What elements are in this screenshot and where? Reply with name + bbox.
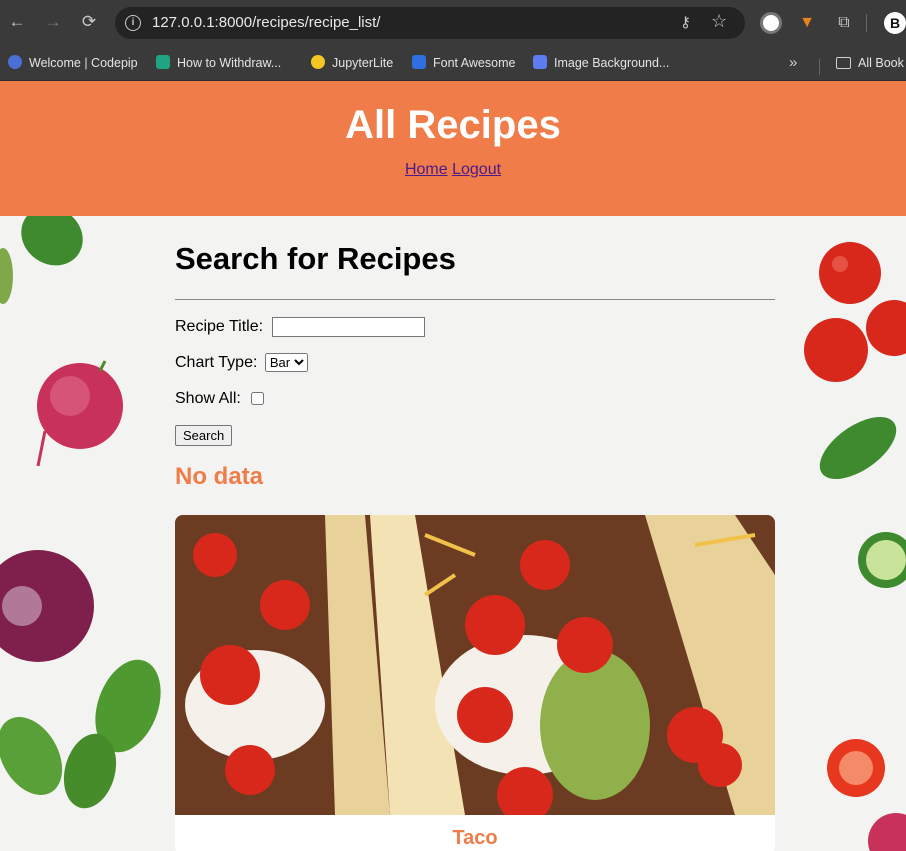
bookmark-label: How to Withdraw... bbox=[177, 56, 282, 70]
url-text[interactable]: 127.0.0.1:8000/recipes/recipe_list/ bbox=[152, 14, 380, 31]
bookmark-jupyterlite[interactable]: JupyterLite bbox=[311, 53, 393, 73]
bookmark-label: JupyterLite bbox=[332, 56, 394, 70]
bookmark-image-background[interactable]: Image Background... bbox=[533, 53, 669, 73]
reload-icon[interactable]: ⟳ bbox=[78, 11, 100, 33]
divider bbox=[175, 299, 775, 300]
home-link[interactable]: Home bbox=[405, 161, 448, 178]
forward-icon[interactable]: → bbox=[42, 11, 64, 33]
site-info-icon[interactable]: i bbox=[125, 15, 141, 31]
back-icon[interactable]: ← bbox=[6, 11, 28, 33]
logout-link[interactable]: Logout bbox=[452, 161, 501, 178]
browser-toolbar: ← → ⟳ i 127.0.0.1:8000/recipes/recipe_li… bbox=[0, 0, 906, 45]
flag-icon bbox=[412, 55, 426, 69]
search-heading: Search for Recipes bbox=[175, 241, 456, 276]
vegetable-decoration-left bbox=[0, 216, 161, 809]
profile-avatar[interactable] bbox=[760, 12, 782, 34]
extensions-puzzle-icon[interactable]: ⧉ bbox=[833, 12, 855, 34]
folder-icon bbox=[836, 57, 851, 69]
vegetable-decoration-right bbox=[804, 242, 906, 851]
password-key-icon[interactable]: ⚷ bbox=[680, 13, 691, 31]
show-all-row: Show All: bbox=[175, 389, 775, 409]
page-viewport: All Recipes Home Logout Search for Recip… bbox=[0, 81, 906, 851]
bookmark-star-icon[interactable]: ☆ bbox=[711, 11, 727, 32]
k-logo-icon bbox=[156, 55, 170, 69]
search-section: Search for Recipes Recipe Title: Chart T… bbox=[175, 241, 775, 491]
page-title: All Recipes bbox=[345, 103, 561, 147]
more-bookmarks-icon[interactable]: » bbox=[789, 53, 797, 73]
chart-type-select[interactable]: Bar bbox=[264, 353, 308, 373]
recipe-image[interactable] bbox=[175, 515, 775, 815]
bookmark-label: Font Awesome bbox=[433, 56, 516, 70]
recipe-name[interactable]: Taco bbox=[175, 827, 775, 850]
search-button[interactable]: Search bbox=[175, 425, 233, 446]
recipe-title-input[interactable] bbox=[271, 317, 425, 337]
show-all-label: Show All: bbox=[175, 390, 241, 407]
bookmark-font-awesome[interactable]: Font Awesome bbox=[412, 53, 515, 73]
address-bar[interactable]: i 127.0.0.1:8000/recipes/recipe_list/ ⚷ … bbox=[115, 7, 745, 39]
all-bookmarks[interactable]: All Book bbox=[836, 53, 904, 73]
bookmark-label: Image Background... bbox=[554, 56, 670, 70]
chart-type-row: Chart Type: Bar bbox=[175, 353, 775, 373]
jupyter-icon bbox=[311, 55, 325, 69]
b-extension-icon[interactable]: B bbox=[884, 12, 906, 34]
recipe-title-row: Recipe Title: bbox=[175, 317, 775, 337]
metamask-fox-icon[interactable]: ▼ bbox=[796, 12, 818, 34]
show-all-checkbox[interactable] bbox=[251, 392, 265, 406]
codepip-icon bbox=[8, 55, 22, 69]
recipe-title-label: Recipe Title: bbox=[175, 318, 264, 336]
chart-type-label: Chart Type: bbox=[175, 354, 258, 371]
triangle-icon bbox=[533, 55, 547, 69]
taco-photo-illustration bbox=[175, 515, 775, 815]
recipe-card[interactable]: Taco bbox=[175, 515, 775, 851]
bookmark-codepip[interactable]: Welcome | Codepip bbox=[8, 53, 138, 73]
toolbar-divider bbox=[866, 14, 867, 32]
bookmarks-divider bbox=[819, 59, 820, 75]
header-nav: Home Logout bbox=[0, 161, 906, 179]
no-data-message: No data bbox=[175, 463, 264, 490]
bookmarks-bar: Welcome | Codepip How to Withdraw... Jup… bbox=[0, 45, 906, 81]
bookmark-label: Welcome | Codepip bbox=[29, 56, 138, 70]
bookmark-withdraw[interactable]: How to Withdraw... bbox=[156, 53, 281, 73]
page-header: All Recipes Home Logout bbox=[0, 81, 906, 216]
bookmark-label: All Book bbox=[858, 56, 904, 70]
